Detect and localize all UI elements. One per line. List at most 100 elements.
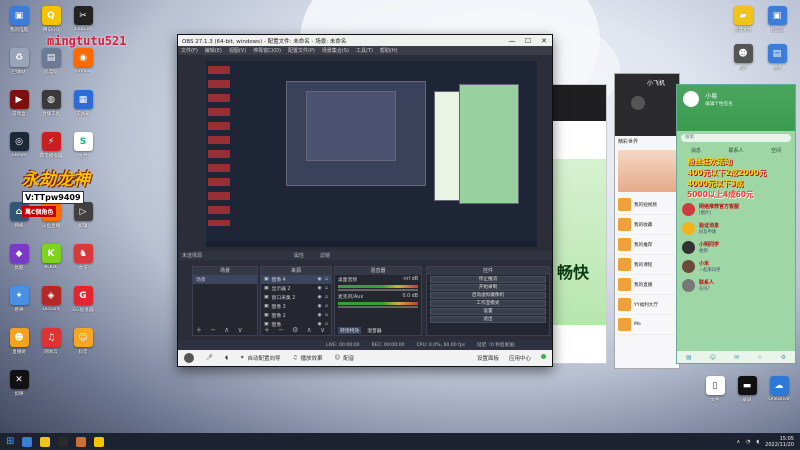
menu-item[interactable]: 停靠窗口(D) (253, 47, 281, 54)
desktop-icon[interactable]: ☺ 抖音 (68, 328, 98, 355)
qq-search-input[interactable]: 搜索 (681, 134, 791, 142)
menu-icon[interactable]: ▤ (686, 354, 692, 361)
menu-item[interactable]: 编辑(E) (205, 47, 222, 54)
control-button[interactable]: 启动虚拟摄像机 (430, 292, 546, 299)
maximize-icon[interactable]: ☐ (520, 37, 536, 45)
desktop-icon[interactable]: ▤ 网络 (762, 44, 792, 71)
source-item[interactable]: ▣ 图像 2 ◉ ▫ (261, 311, 331, 320)
tab-transition[interactable]: 转场特效 (338, 327, 362, 334)
taskbar-app-icon[interactable] (58, 436, 69, 447)
chat-item[interactable]: 小米 一起来玩吧 (677, 257, 795, 276)
desktop-icon[interactable]: ▤ 此电脑 (36, 48, 66, 75)
volume-icon[interactable]: ◖ (757, 439, 760, 445)
list-item[interactable]: 我的收藏 (615, 215, 679, 235)
avatar[interactable] (683, 91, 699, 107)
qq-tab[interactable]: 消息 (691, 147, 701, 154)
qq-signature[interactable]: 编辑个性签名 (705, 102, 733, 107)
desktop-icon[interactable]: K KOOK (36, 244, 66, 270)
desktop-icon[interactable]: ◉ Firefox (68, 48, 98, 74)
menu-item[interactable]: 工具(T) (356, 47, 373, 54)
desktop-icon[interactable]: ⚡ 雷电模拟器 (36, 132, 66, 159)
obs-preview[interactable] (206, 61, 537, 247)
star-icon[interactable]: ☆ (757, 354, 762, 361)
list-item[interactable]: Me (615, 315, 679, 335)
taskbar-app-icon[interactable] (22, 436, 33, 447)
desktop-icon[interactable]: S 文档 (68, 132, 98, 159)
desktop-icon[interactable]: G GG加速器 (68, 286, 98, 313)
filters-button[interactable]: 滤镜 (320, 252, 330, 259)
qq-tab[interactable]: 联系人 (728, 147, 743, 154)
settings-panel-link[interactable]: 设置面板 (477, 354, 499, 362)
menu-item[interactable]: 配置文件(P) (288, 47, 315, 54)
source-item[interactable]: ▣ 图像 3 ◉ ▫ (261, 302, 331, 311)
source-item[interactable]: ▣ 图像 4 ◉ ▫ (261, 275, 331, 284)
speaker-icon[interactable]: ◖ (225, 355, 228, 361)
auto-config-button[interactable]: ✦ 自动配置向导 (240, 354, 281, 362)
desktop-icon[interactable]: ☻ 直播姬 (4, 328, 34, 355)
chat-item[interactable]: 验证消息 好友申请 (677, 219, 795, 238)
gear-icon[interactable]: ⚙ (781, 354, 786, 361)
taskbar-app-icon[interactable] (94, 436, 105, 447)
desktop-icon[interactable]: ◎ Steam (4, 132, 34, 158)
desktop-icon[interactable]: ✂ CapCut (68, 6, 98, 32)
windows-start-icon[interactable]: ⊞ (6, 436, 14, 447)
desktop-icon[interactable]: ♫ 网易云 (36, 328, 66, 355)
list-item[interactable]: YY福利大厅 (615, 295, 679, 315)
obs-window[interactable]: OBS 27.1.3 (64-bit, windows) - 配置文件: 未命名… (177, 34, 553, 367)
qq-window[interactable]: 小易 编辑个性签名 搜索 消息 联系人 空间 粉丝狂欢活动 400元以下2成2000元 4… (676, 84, 796, 364)
properties-button[interactable]: 属性 (294, 252, 304, 259)
desktop-icon[interactable]: ◆ 优酷 (4, 244, 34, 271)
avatar[interactable] (184, 353, 194, 363)
list-item[interactable]: 我的短视频 (615, 195, 679, 215)
mail-icon[interactable]: ✉ (734, 354, 739, 361)
network-icon[interactable]: ◔ (746, 439, 750, 445)
eye-icon[interactable]: ◉ (318, 304, 322, 309)
list-item[interactable]: 我的推荐 (615, 235, 679, 255)
chevron-up-icon[interactable]: ∧ (736, 439, 740, 445)
volume-slider[interactable] (338, 306, 418, 308)
desktop-icon[interactable]: ▯ 文件 (700, 376, 730, 403)
scene-item[interactable]: 场景 (193, 275, 257, 284)
clock[interactable]: 15:05 2022/11/20 (765, 436, 794, 448)
source-toolbar[interactable]: + − ⚙ ∧ ∨ (264, 326, 328, 334)
eye-icon[interactable]: ◉ (318, 313, 322, 318)
close-icon[interactable]: ✕ (536, 37, 552, 45)
chat-item[interactable]: 小明同学 收到 (677, 238, 795, 257)
volume-slider[interactable] (338, 289, 418, 291)
live-app-window[interactable]: 小飞机 精彩世界 我的短视频 我的收藏 我的推荐 我的课程 我的直播 YY福利大厅 Me (614, 73, 680, 369)
list-item[interactable]: 我的直播 (615, 275, 679, 295)
source-item[interactable]: ▣ 显示器 2 ◉ ▫ (261, 284, 331, 293)
desktop-icon[interactable]: Q 腾讯QQ (36, 6, 66, 33)
desktop-icon[interactable]: ▰ 新建文件 (728, 6, 758, 33)
desktop-icon[interactable]: ◍ 直播工具 (36, 90, 66, 117)
lock-icon[interactable]: ▫ (325, 295, 328, 300)
taskbar-app-icon[interactable] (40, 436, 51, 447)
minimize-icon[interactable]: — (504, 37, 520, 45)
video-app-window[interactable]: 畅快 (552, 84, 607, 364)
desktop-icon[interactable]: ♞ 虎牙 (68, 244, 98, 271)
eye-icon[interactable]: ◉ (318, 277, 322, 282)
eye-icon[interactable]: ◉ (318, 295, 322, 300)
desktop-icon[interactable]: ✦ 原神 (4, 286, 34, 313)
tab-mixer[interactable]: 混音器 (367, 327, 381, 334)
scene-toolbar[interactable]: + − ∧ ∨ (196, 326, 246, 334)
lock-icon[interactable]: ▫ (325, 277, 328, 282)
menu-item[interactable]: 文件(F) (181, 47, 198, 54)
desktop-icon[interactable]: ◈ Discord (36, 286, 66, 312)
mic-icon[interactable]: 🎤︎ (206, 355, 213, 361)
dubbing-button[interactable]: ☺ 配音 (334, 354, 354, 362)
desktop-icon[interactable]: ☁ OneDrive (764, 376, 794, 402)
chat-item[interactable]: 网络推荐官方客服 [图片] (677, 200, 795, 219)
desktop-icon[interactable]: ▶ 游戏盒 (4, 90, 34, 117)
desktop-icon[interactable]: ▣ 我的电脑 (4, 6, 34, 33)
lock-icon[interactable]: ▫ (325, 286, 328, 291)
qq-tab[interactable]: 空间 (771, 147, 781, 154)
desktop-icon[interactable]: ▬ 录屏 (732, 376, 762, 403)
live-thumbnail[interactable] (618, 150, 676, 192)
control-button[interactable]: 设置 (430, 308, 546, 315)
desktop-icon[interactable]: ✕ 剪映 (4, 370, 34, 397)
eye-icon[interactable]: ◉ (318, 286, 322, 291)
control-button[interactable]: 工作室模式 (430, 300, 546, 307)
menu-item[interactable]: 场景集合(S) (322, 47, 349, 54)
control-button[interactable]: 退出 (430, 316, 546, 323)
